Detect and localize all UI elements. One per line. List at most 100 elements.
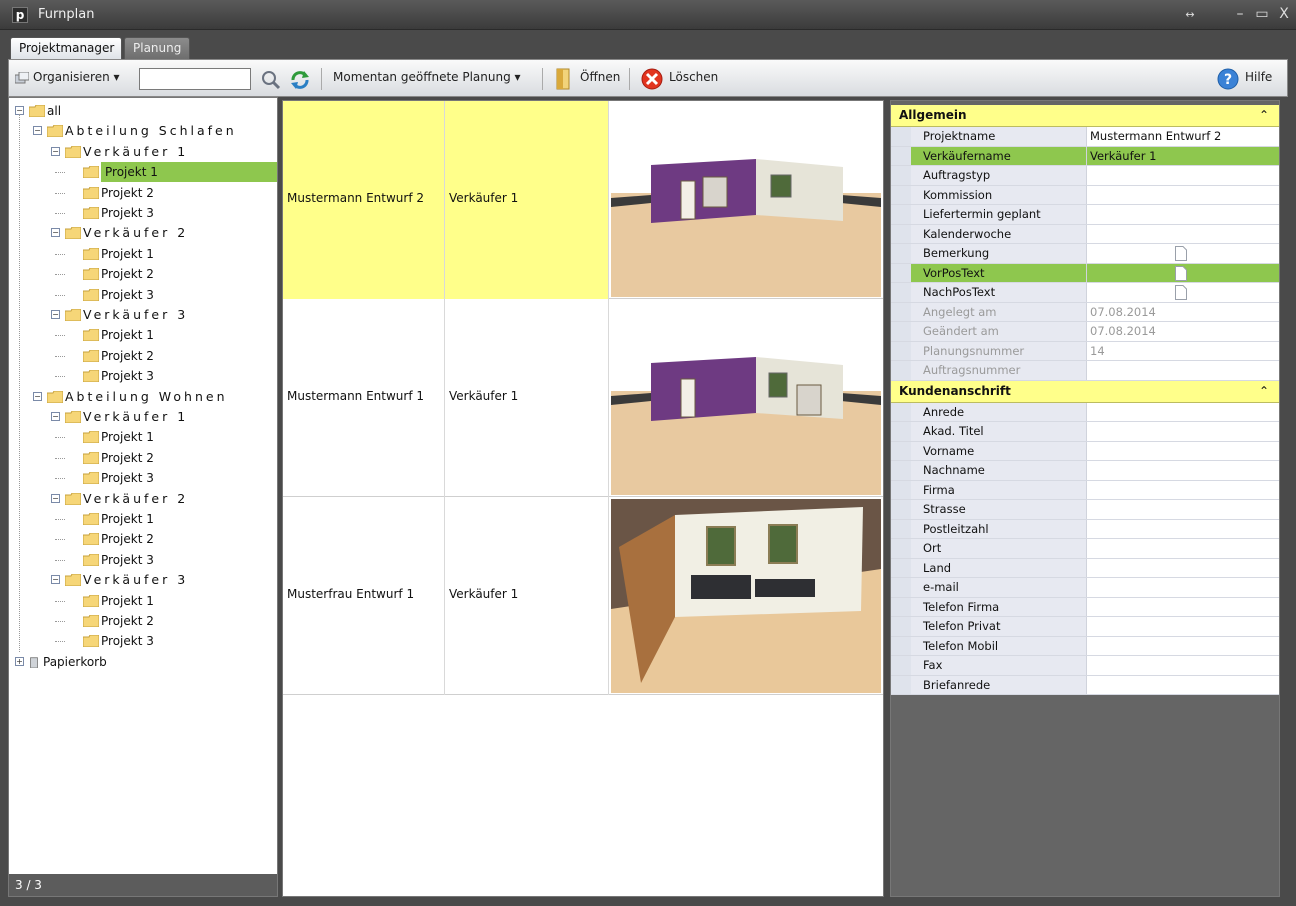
property-row[interactable]: Auftragstyp bbox=[891, 166, 1279, 186]
tree-item-department[interactable]: − Abteilung Schlafen bbox=[9, 121, 277, 141]
property-row[interactable]: Briefanrede bbox=[891, 675, 1279, 695]
property-row[interactable]: Bemerkung bbox=[891, 244, 1279, 264]
tree-item-seller[interactable]: − Verkäufer 2 bbox=[9, 489, 277, 509]
property-value[interactable] bbox=[1087, 283, 1279, 302]
tree-item-project[interactable]: Projekt 3 bbox=[9, 631, 277, 651]
property-row[interactable]: Strasse bbox=[891, 500, 1279, 520]
property-row[interactable]: e-mail bbox=[891, 578, 1279, 598]
tree-item-project[interactable]: Projekt 3 bbox=[9, 203, 277, 223]
property-value[interactable] bbox=[1087, 225, 1279, 244]
property-row[interactable]: Nachname bbox=[891, 461, 1279, 481]
property-row[interactable]: Telefon Firma bbox=[891, 597, 1279, 617]
project-row[interactable]: Musterfrau Entwurf 1 Verkäufer 1 bbox=[283, 497, 883, 695]
tree-item-project[interactable]: Projekt 3 bbox=[9, 468, 277, 488]
search-input[interactable] bbox=[139, 68, 251, 90]
property-value[interactable] bbox=[1087, 263, 1279, 282]
property-value[interactable] bbox=[1087, 637, 1279, 656]
tree-item-seller[interactable]: − Verkäufer 1 bbox=[9, 142, 277, 162]
property-row[interactable]: Liefertermin geplant bbox=[891, 205, 1279, 225]
property-value[interactable] bbox=[1087, 500, 1279, 519]
organize-button[interactable]: Organisieren ▾ bbox=[33, 70, 120, 84]
tree-item-project[interactable]: Projekt 2 bbox=[9, 346, 277, 366]
property-row[interactable]: Auftragsnummer bbox=[891, 361, 1279, 381]
collapse-toggle-icon[interactable]: − bbox=[51, 575, 60, 585]
collapse-toggle-icon[interactable]: − bbox=[33, 391, 42, 401]
tree-item-seller[interactable]: − Verkäufer 2 bbox=[9, 223, 277, 243]
tree-item-project[interactable]: Projekt 2 bbox=[9, 529, 277, 549]
tree-item-project[interactable]: Projekt 1 bbox=[9, 509, 277, 529]
tree-item-project[interactable]: Projekt 3 bbox=[9, 550, 277, 570]
property-value[interactable]: Verkäufer 1 bbox=[1087, 146, 1279, 165]
collapse-toggle-icon[interactable]: − bbox=[33, 126, 42, 136]
project-row[interactable]: Mustermann Entwurf 1 Verkäufer 1 bbox=[283, 299, 883, 497]
collapse-toggle-icon[interactable]: − bbox=[51, 146, 60, 156]
tree-item-seller[interactable]: − Verkäufer 3 bbox=[9, 305, 277, 325]
tree-item-department[interactable]: − Abteilung Wohnen bbox=[9, 387, 277, 407]
property-row[interactable]: Akad. Titel bbox=[891, 422, 1279, 442]
property-value[interactable] bbox=[1087, 617, 1279, 636]
collapse-toggle-icon[interactable]: − bbox=[51, 310, 60, 319]
property-row[interactable]: Ort bbox=[891, 539, 1279, 559]
minimize-button[interactable]: – bbox=[1230, 6, 1250, 22]
collapse-chevron-icon[interactable]: ⌃ bbox=[1259, 105, 1269, 126]
collapse-chevron-icon[interactable]: ⌃ bbox=[1259, 381, 1269, 402]
tree-item-root[interactable]: − all bbox=[9, 101, 277, 121]
tree-item-seller[interactable]: − Verkäufer 3 bbox=[9, 570, 277, 590]
tree-item-project[interactable]: Projekt 2 bbox=[9, 264, 277, 284]
tree-item-project[interactable]: Projekt 1 bbox=[9, 427, 277, 447]
tree-item-project[interactable]: Projekt 1 bbox=[9, 591, 277, 611]
property-value[interactable] bbox=[1087, 403, 1279, 422]
collapse-toggle-icon[interactable]: − bbox=[51, 493, 60, 503]
property-value[interactable] bbox=[1087, 559, 1279, 578]
property-row[interactable]: Verkäufername Verkäufer 1 bbox=[891, 146, 1279, 166]
tree-item-project[interactable]: Projekt 1 bbox=[9, 162, 277, 183]
property-row[interactable]: Kalenderwoche bbox=[891, 224, 1279, 244]
document-icon[interactable] bbox=[1175, 265, 1187, 281]
tree-item-project[interactable]: Projekt 2 bbox=[9, 611, 277, 631]
maximize-button[interactable]: ▭ bbox=[1252, 6, 1272, 22]
property-row[interactable]: Anrede bbox=[891, 402, 1279, 422]
property-value[interactable] bbox=[1087, 539, 1279, 558]
property-row[interactable]: NachPosText bbox=[891, 283, 1279, 303]
property-value[interactable] bbox=[1087, 520, 1279, 539]
property-row[interactable]: Telefon Privat bbox=[891, 617, 1279, 637]
help-button[interactable]: Hilfe bbox=[1245, 70, 1272, 84]
property-value[interactable] bbox=[1087, 186, 1279, 205]
property-row[interactable]: Projektname Mustermann Entwurf 2 bbox=[891, 127, 1279, 147]
open-planning-button[interactable]: Momentan geöffnete Planung ▾ bbox=[333, 70, 521, 84]
property-value[interactable] bbox=[1087, 578, 1279, 597]
property-value[interactable] bbox=[1087, 166, 1279, 185]
property-value[interactable] bbox=[1087, 244, 1279, 263]
property-row[interactable]: Geändert am 07.08.2014 bbox=[891, 322, 1279, 342]
resize-icon[interactable]: ↔ bbox=[1180, 8, 1200, 21]
close-button[interactable]: X bbox=[1274, 6, 1294, 22]
property-row[interactable]: Firma bbox=[891, 480, 1279, 500]
tree-item-project[interactable]: Projekt 3 bbox=[9, 285, 277, 305]
document-icon[interactable] bbox=[1175, 246, 1187, 261]
property-row[interactable]: Angelegt am 07.08.2014 bbox=[891, 302, 1279, 322]
delete-button[interactable]: Löschen bbox=[669, 70, 718, 84]
document-icon[interactable] bbox=[1175, 285, 1187, 300]
property-value[interactable] bbox=[1087, 598, 1279, 617]
tree-item-project[interactable]: Projekt 1 bbox=[9, 325, 277, 345]
property-row[interactable]: Kommission bbox=[891, 185, 1279, 205]
property-value[interactable]: Mustermann Entwurf 2 bbox=[1087, 127, 1279, 146]
property-row[interactable]: Telefon Mobil bbox=[891, 636, 1279, 656]
collapse-toggle-icon[interactable]: − bbox=[51, 412, 60, 421]
refresh-icon[interactable] bbox=[289, 69, 311, 91]
tree-item-project[interactable]: Projekt 1 bbox=[9, 244, 277, 264]
property-row[interactable]: Planungsnummer 14 bbox=[891, 341, 1279, 361]
tab-planung[interactable]: Planung bbox=[124, 37, 190, 59]
tab-projektmanager[interactable]: Projektmanager bbox=[10, 37, 122, 59]
collapse-toggle-icon[interactable]: + bbox=[15, 656, 24, 666]
property-value[interactable] bbox=[1087, 481, 1279, 500]
property-row[interactable]: Fax bbox=[891, 656, 1279, 676]
property-value[interactable] bbox=[1087, 656, 1279, 675]
tree-item-project[interactable]: Projekt 2 bbox=[9, 448, 277, 468]
property-row[interactable]: Postleitzahl bbox=[891, 519, 1279, 539]
tree-item-seller[interactable]: − Verkäufer 1 bbox=[9, 407, 277, 427]
property-row[interactable]: Land bbox=[891, 558, 1279, 578]
open-button[interactable]: Öffnen bbox=[580, 70, 620, 84]
collapse-toggle-icon[interactable]: − bbox=[51, 228, 60, 238]
property-value[interactable] bbox=[1087, 442, 1279, 461]
